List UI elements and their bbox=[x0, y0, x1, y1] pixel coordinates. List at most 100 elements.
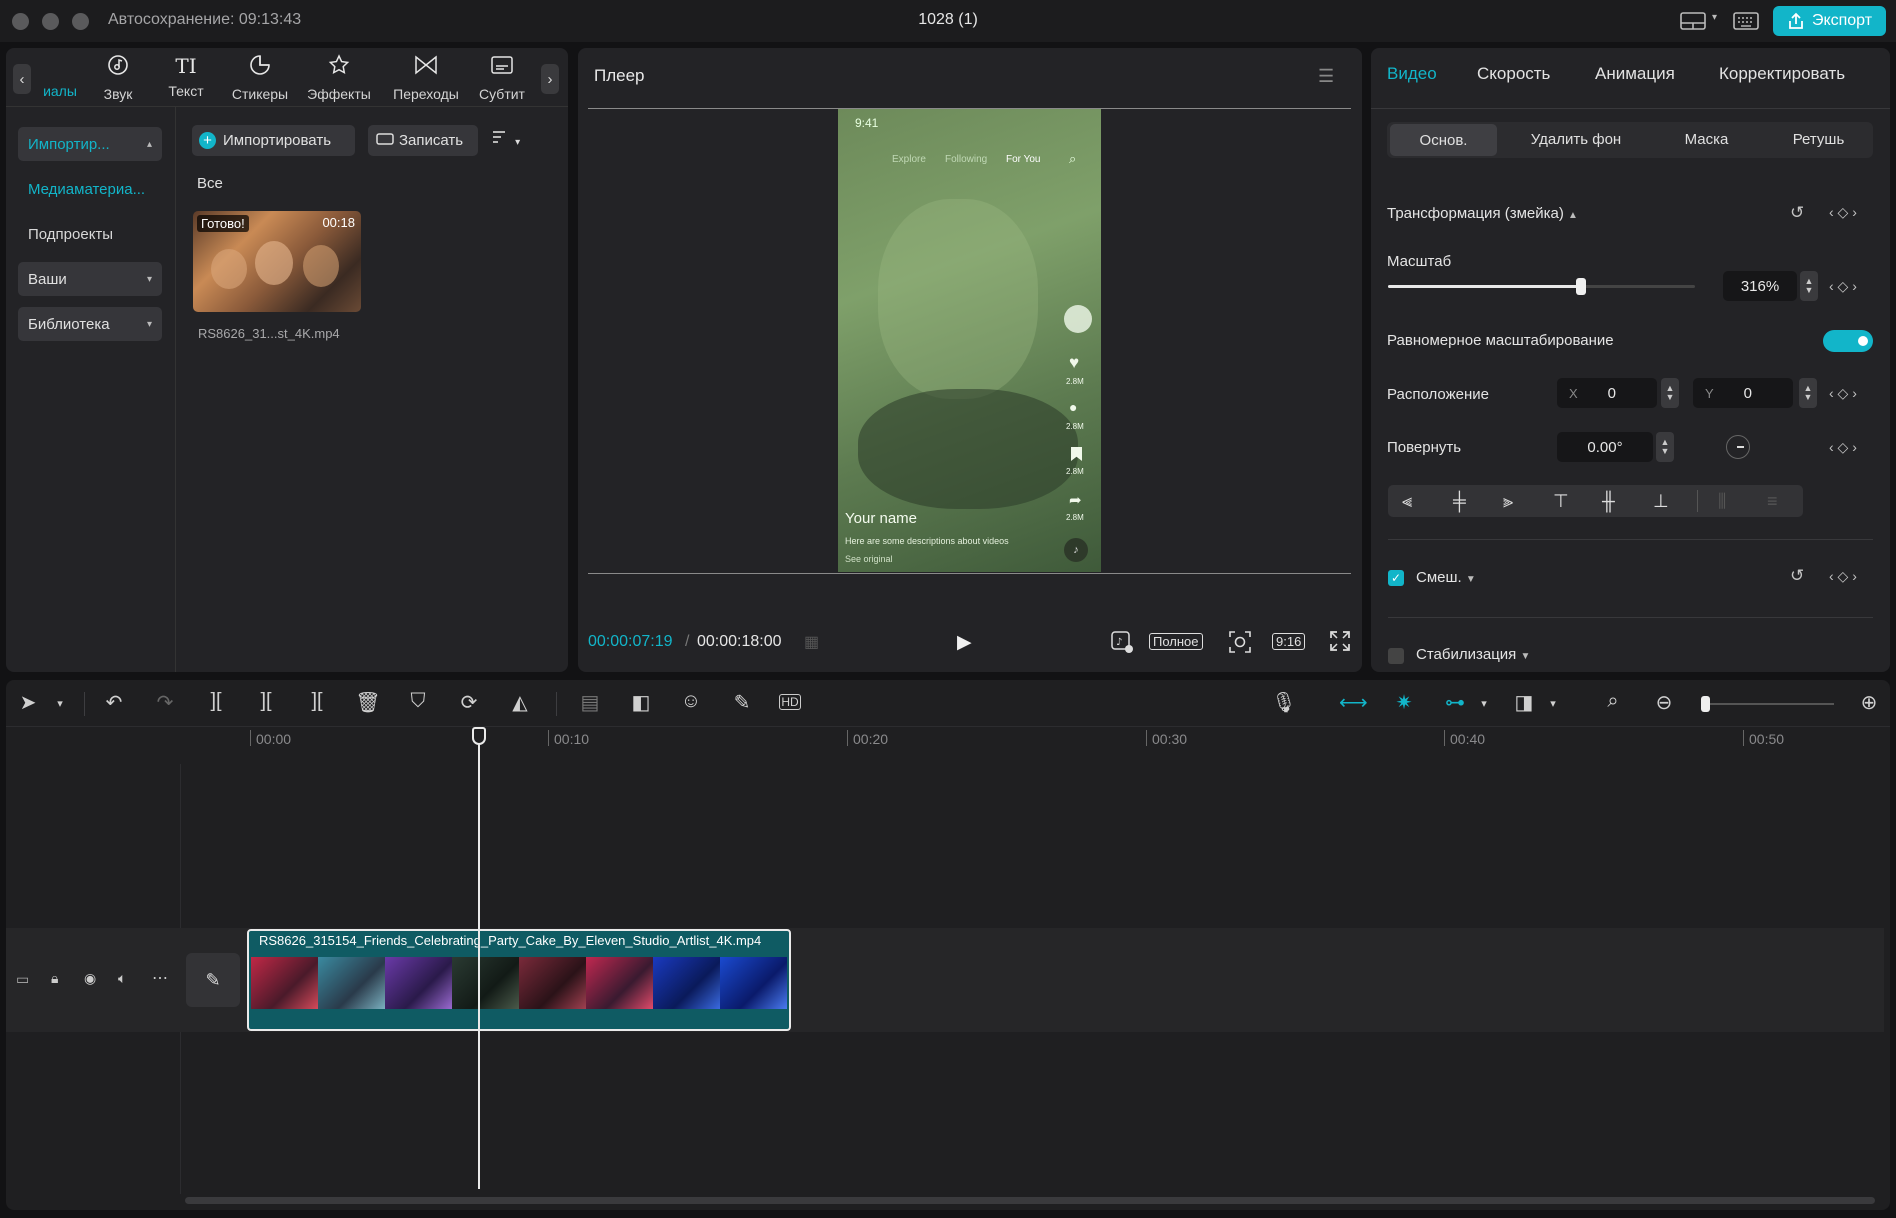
toolbar-transitions[interactable]: Переходы bbox=[390, 54, 462, 102]
blend-checkbox[interactable]: ✓ bbox=[1388, 570, 1404, 586]
align-left-icon[interactable]: ⫷ bbox=[1402, 491, 1412, 512]
select-tool-icon[interactable]: ➤ bbox=[14, 690, 42, 715]
record-button[interactable]: Записать bbox=[368, 125, 478, 156]
timeline-scrollbar[interactable] bbox=[185, 1197, 1875, 1204]
redo-icon[interactable]: ↷ bbox=[151, 690, 179, 715]
freeze-frame-icon[interactable]: ▤ bbox=[576, 690, 604, 715]
timeline-zoom-slider[interactable] bbox=[1701, 696, 1834, 712]
track-cover-icon[interactable]: ▭ bbox=[16, 971, 29, 988]
position-y-input[interactable]: Y 0 bbox=[1693, 378, 1793, 408]
position-y-stepper[interactable]: ▲ ▼ bbox=[1799, 378, 1817, 408]
sort-filter-button[interactable]: ▾ bbox=[491, 129, 520, 149]
menu-icon[interactable]: ☰ bbox=[1318, 66, 1334, 87]
chevron-down-icon[interactable]: ▾ bbox=[1470, 697, 1498, 710]
toolbar-text[interactable]: TI Текст bbox=[151, 54, 221, 99]
undo-icon[interactable]: ↶ bbox=[100, 690, 128, 715]
keyframe-nav-icon[interactable]: ‹ ◇ › bbox=[1829, 204, 1857, 221]
align-right-icon[interactable]: ⫸ bbox=[1503, 491, 1513, 512]
edit-cover-button[interactable]: ✎ bbox=[186, 953, 240, 1007]
audio-split-icon[interactable]: ◧ bbox=[627, 690, 655, 715]
preview-zoom-icon[interactable]: ⌕ bbox=[1599, 690, 1627, 713]
mirror-icon[interactable]: ◭ bbox=[506, 690, 534, 715]
aspect-ratio-select[interactable]: 9:16 bbox=[1272, 633, 1306, 650]
microphone-icon[interactable]: 🎙 bbox=[1270, 690, 1298, 715]
media-clip-thumbnail[interactable]: Готово! 00:18 bbox=[193, 211, 361, 312]
keyframe-nav-icon[interactable]: ‹ ◇ › bbox=[1829, 439, 1857, 456]
scale-stepper[interactable]: ▲ ▼ bbox=[1800, 271, 1818, 301]
subtab-basic[interactable]: Основ. bbox=[1390, 124, 1497, 156]
export-button[interactable]: Экспорт bbox=[1773, 6, 1886, 36]
scale-slider[interactable] bbox=[1388, 278, 1695, 295]
layout-dropdown-icon[interactable]: ▾ bbox=[1712, 12, 1717, 23]
hd-icon[interactable]: HD bbox=[779, 694, 801, 710]
timeline-zoom-handle[interactable] bbox=[1701, 696, 1710, 712]
import-button[interactable]: + Импортировать bbox=[192, 125, 355, 156]
lock-icon[interactable]: 🔒︎ bbox=[51, 970, 58, 987]
rotate-input[interactable]: 0.00° bbox=[1557, 432, 1653, 462]
transform-header[interactable]: Трансформация (змейка) ▲ bbox=[1387, 205, 1578, 222]
volume-icon[interactable]: 🔈︎ bbox=[118, 970, 126, 987]
more-icon[interactable]: ⋯ bbox=[152, 968, 168, 988]
zoom-in-icon[interactable]: ⊕ bbox=[1855, 690, 1883, 715]
marker-icon[interactable]: ⛉ bbox=[404, 690, 432, 713]
blend-section[interactable]: Смеш. ▼ bbox=[1416, 569, 1476, 586]
chevron-down-icon[interactable]: ▾ bbox=[1539, 697, 1567, 710]
align-top-icon[interactable]: ⊤ bbox=[1553, 491, 1569, 512]
align-bottom-icon[interactable]: ⊥ bbox=[1653, 491, 1669, 512]
uniform-scale-toggle[interactable] bbox=[1823, 330, 1873, 352]
chevron-down-icon[interactable]: ▾ bbox=[46, 697, 74, 710]
tab-video[interactable]: Видео bbox=[1387, 64, 1437, 84]
toolbar-audio[interactable]: Звук bbox=[83, 54, 153, 102]
magnet-link-icon[interactable]: ⟷ bbox=[1339, 690, 1368, 715]
distribute-v-icon[interactable]: ≡ bbox=[1767, 491, 1778, 512]
crop-icon[interactable]: ⟳ bbox=[455, 690, 483, 715]
link-icon[interactable]: ⊶ bbox=[1441, 690, 1469, 715]
stabilize-section[interactable]: Стабилизация ▼ bbox=[1416, 646, 1530, 663]
subtab-retouch[interactable]: Ретушь bbox=[1766, 122, 1871, 156]
playhead[interactable] bbox=[478, 737, 480, 1189]
align-center-v-icon[interactable]: ╫ bbox=[1602, 491, 1615, 512]
rotate-dial[interactable] bbox=[1726, 435, 1750, 459]
keyframe-nav-icon[interactable]: ‹ ◇ › bbox=[1829, 278, 1857, 295]
delete-icon[interactable]: 🗑 bbox=[354, 690, 382, 715]
remove-bg-icon[interactable]: ☺ bbox=[677, 690, 705, 713]
zoom-out-icon[interactable]: ⊖ bbox=[1650, 690, 1678, 715]
align-center-h-icon[interactable]: ╪ bbox=[1453, 491, 1466, 512]
subtab-remove-bg[interactable]: Удалить фон bbox=[1506, 122, 1646, 156]
stabilize-checkbox[interactable] bbox=[1388, 648, 1404, 664]
grid-icon[interactable]: ▦ bbox=[804, 632, 819, 652]
playhead-handle[interactable] bbox=[472, 727, 486, 745]
scale-input[interactable]: 316% bbox=[1723, 271, 1797, 301]
toolbar-stickers[interactable]: Стикеры bbox=[225, 54, 295, 102]
split-icon[interactable]: ][ bbox=[202, 690, 230, 713]
video-preview[interactable]: 9:41 Explore Following For You ⌕ ♥ 2.8M … bbox=[838, 109, 1101, 572]
quality-select[interactable]: Полное bbox=[1149, 633, 1203, 650]
trim-left-icon[interactable]: ][ bbox=[252, 690, 280, 713]
keyboard-icon[interactable] bbox=[1733, 11, 1759, 34]
toolbar-effects[interactable]: Эффекты bbox=[304, 54, 374, 102]
sidebar-yours[interactable]: Ваши ▾ bbox=[18, 262, 162, 296]
toolbar-scroll-right-button[interactable]: › bbox=[541, 64, 559, 94]
position-x-input[interactable]: X 0 bbox=[1557, 378, 1657, 408]
tab-animation[interactable]: Анимация bbox=[1595, 64, 1675, 84]
distribute-h-icon[interactable]: ⫼ bbox=[1718, 491, 1726, 512]
timeline-clip[interactable]: RS8626_315154_Friends_Celebrating_Party_… bbox=[247, 929, 791, 1031]
zoom-fit-icon[interactable] bbox=[1228, 630, 1252, 657]
tab-speed[interactable]: Скорость bbox=[1477, 64, 1550, 84]
tiktok-export-icon[interactable]: ♪ bbox=[1110, 630, 1134, 657]
sidebar-media[interactable]: Медиаматериа... bbox=[18, 172, 162, 206]
sidebar-library[interactable]: Библиотека ▾ bbox=[18, 307, 162, 341]
trim-right-icon[interactable]: ][ bbox=[303, 690, 331, 713]
sidebar-import[interactable]: Импортир... ▴ bbox=[18, 127, 162, 161]
fullscreen-icon[interactable] bbox=[1329, 630, 1351, 655]
keyframe-nav-icon[interactable]: ‹ ◇ › bbox=[1829, 385, 1857, 402]
reset-icon[interactable]: ↺ bbox=[1790, 566, 1804, 586]
subtab-mask[interactable]: Маска bbox=[1654, 122, 1759, 156]
sidebar-subprojects[interactable]: Подпроекты bbox=[18, 217, 162, 251]
reset-icon[interactable]: ↺ bbox=[1790, 203, 1804, 223]
eye-icon[interactable]: ◉ bbox=[84, 970, 96, 987]
split-preview-icon[interactable]: ◨ bbox=[1510, 690, 1538, 715]
layout-icon[interactable] bbox=[1680, 11, 1706, 34]
scale-slider-handle[interactable] bbox=[1576, 278, 1587, 295]
toolbar-subtitles[interactable]: Субтит bbox=[470, 54, 534, 102]
